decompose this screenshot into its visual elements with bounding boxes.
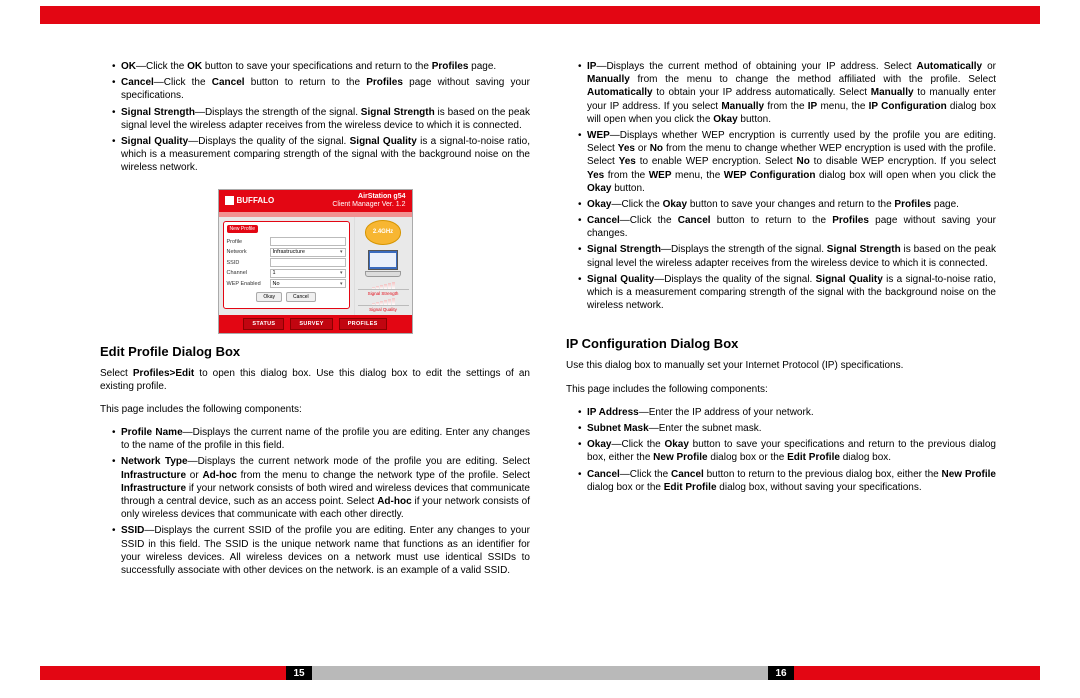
header-bar (40, 6, 1040, 24)
app-logo: BUFFALO (225, 196, 275, 205)
paragraph: This page includes the following compone… (566, 383, 996, 396)
freq-badge: 2.4GHz (365, 220, 401, 245)
tab-status[interactable]: STATUS (243, 318, 284, 330)
box-heading: New Profile (227, 225, 259, 233)
okay-button[interactable]: Okay (256, 292, 282, 302)
footer: 15 16 (40, 666, 1040, 680)
list-item: Subnet Mask—Enter the subnet mask. (578, 422, 996, 435)
page-number-right: 16 (768, 666, 794, 680)
dialog-screenshot: BUFFALO AirStation g54Client Manager Ver… (218, 189, 413, 334)
list-item: SSID—Displays the current SSID of the pr… (112, 524, 530, 577)
left-column: OK—Click the OK button to save your spec… (100, 60, 530, 580)
page-number-left: 15 (286, 666, 312, 680)
list-item: Signal Quality—Displays the quality of t… (578, 273, 996, 313)
list-item: Signal Quality—Displays the quality of t… (112, 135, 530, 175)
app-header: BUFFALO AirStation g54Client Manager Ver… (219, 190, 412, 212)
footer-left: 15 (40, 666, 540, 680)
paragraph: Select Profiles>Edit to open this dialog… (100, 367, 530, 393)
list-item: IP—Displays the current method of obtain… (578, 60, 996, 126)
list-lower-right: IP Address—Enter the IP address of your … (566, 406, 996, 494)
list-item: OK—Click the OK button to save your spec… (112, 60, 530, 73)
list-item: IP Address—Enter the IP address of your … (578, 406, 996, 419)
footer-right: 16 (540, 666, 1040, 680)
paragraph: This page includes the following compone… (100, 403, 530, 416)
heading-edit-profile: Edit Profile Dialog Box (100, 344, 530, 359)
tab-profiles[interactable]: PROFILES (339, 318, 387, 330)
list-lower-left: Profile Name—Displays the current name o… (100, 426, 530, 577)
list-item: Okay—Click the Okay button to save your … (578, 438, 996, 464)
list-item: Network Type—Displays the current networ… (112, 455, 530, 521)
cancel-button[interactable]: Cancel (286, 292, 316, 302)
list-upper-right: IP—Displays the current method of obtain… (566, 60, 996, 312)
list-item: Signal Strength—Displays the strength of… (112, 106, 530, 132)
app-tabs: STATUS SURVEY PROFILES (219, 315, 412, 333)
list-item: Cancel—Click the Cancel button to return… (578, 214, 996, 240)
list-item: Cancel—Click the Cancel button to return… (112, 76, 530, 102)
heading-ip-config: IP Configuration Dialog Box (566, 336, 996, 351)
page-content: OK—Click the OK button to save your spec… (100, 60, 1000, 580)
app-title: AirStation g54Client Manager Ver. 1.2 (332, 193, 405, 208)
profile-box: New Profile Profile NetworkInfrastructur… (223, 221, 350, 310)
paragraph: Use this dialog box to manually set your… (566, 359, 996, 372)
list-item: Profile Name—Displays the current name o… (112, 426, 530, 452)
laptop-icon (365, 250, 401, 278)
right-column: IP—Displays the current method of obtain… (566, 60, 996, 580)
list-item: Signal Strength—Displays the strength of… (578, 243, 996, 269)
list-upper-left: OK—Click the OK button to save your spec… (100, 60, 530, 175)
list-item: Cancel—Click the Cancel button to return… (578, 468, 996, 494)
tab-survey[interactable]: SURVEY (290, 318, 332, 330)
list-item: WEP—Displays whether WEP encryption is c… (578, 129, 996, 195)
list-item: Okay—Click the Okay button to save your … (578, 198, 996, 211)
